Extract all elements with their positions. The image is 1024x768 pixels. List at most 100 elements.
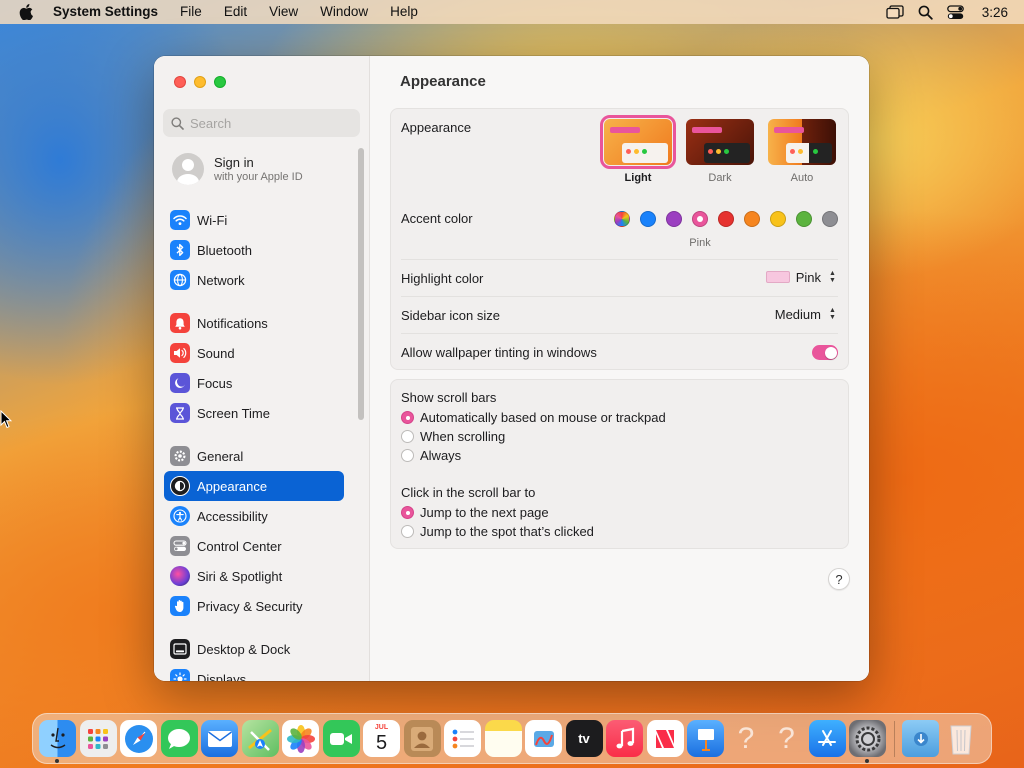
reminders-icon[interactable] (444, 720, 481, 757)
question-mark-icon: ? (778, 721, 795, 755)
menu-file[interactable]: File (169, 0, 213, 24)
mail-icon[interactable] (201, 720, 238, 757)
accent-orange-swatch[interactable] (744, 211, 760, 227)
maps-icon[interactable] (241, 720, 279, 757)
sidebar-item-bluetooth[interactable]: Bluetooth (164, 235, 344, 265)
scroll-bars-auto-radio[interactable]: Automatically based on mouse or trackpad (401, 410, 666, 425)
finder-icon[interactable] (39, 720, 76, 763)
wallpaper-tinting-label: Allow wallpaper tinting in windows (401, 345, 597, 360)
control-center-menu-icon[interactable] (946, 4, 964, 20)
news-icon[interactable] (646, 720, 684, 757)
zoom-button[interactable] (214, 76, 226, 88)
menu-clock[interactable]: 3:26 (982, 5, 1008, 20)
notes-icon[interactable] (484, 720, 522, 757)
sidebar-item-screen-time[interactable]: Screen Time (164, 398, 344, 428)
jump-to-spot-radio[interactable]: Jump to the spot that’s clicked (401, 524, 594, 539)
photos-icon[interactable] (282, 720, 319, 757)
music-icon[interactable] (606, 720, 643, 757)
search-input[interactable] (190, 115, 350, 131)
tv-icon[interactable]: tv (565, 720, 603, 757)
sidebar-item-displays[interactable]: Displays (164, 664, 344, 681)
menu-window[interactable]: Window (309, 0, 379, 24)
keynote-icon[interactable] (687, 720, 724, 757)
sidebar-item-general[interactable]: General (164, 441, 344, 471)
spotlight-search-icon[interactable] (918, 5, 933, 20)
dock-separator (893, 720, 895, 757)
sidebar-item-network[interactable]: Network (164, 265, 344, 295)
system-settings-icon[interactable] (849, 720, 886, 763)
freeform-icon[interactable] (525, 720, 562, 757)
facetime-icon[interactable] (322, 720, 360, 757)
sidebar-icon-size-popup[interactable]: Medium ▲ ▼ (775, 306, 838, 322)
theme-dark-label: Dark (708, 172, 732, 184)
sidebar-scrollbar[interactable] (358, 148, 364, 420)
sidebar-item-label: Accessibility (197, 508, 268, 524)
menu-app-name[interactable]: System Settings (42, 0, 169, 24)
sidebar-item-wifi[interactable]: Wi-Fi (164, 205, 344, 235)
theme-auto-option[interactable]: Auto (766, 119, 838, 184)
apple-menu[interactable] (10, 4, 42, 20)
sidebar-item-label: General (197, 448, 244, 464)
downloads-folder-icon[interactable] (902, 720, 939, 757)
highlight-color-popup[interactable]: Pink ▲ ▼ (765, 269, 838, 285)
sidebar-item-control-center[interactable]: Control Center (164, 531, 344, 561)
sidebar-item-label: Desktop & Dock (197, 641, 291, 657)
help-button[interactable]: ? (828, 568, 850, 590)
theme-dark-option[interactable]: Dark (684, 119, 756, 184)
menu-view[interactable]: View (258, 0, 309, 24)
calendar-icon[interactable]: JUL 5 (363, 720, 400, 757)
unknown-app-icon[interactable]: ? (728, 720, 765, 757)
app-store-icon[interactable] (808, 720, 846, 757)
accent-green-swatch[interactable] (796, 211, 812, 227)
sidebar-item-focus[interactable]: Focus (164, 368, 344, 398)
minimize-button[interactable] (194, 76, 206, 88)
theme-light-option[interactable]: Light (600, 115, 676, 184)
accent-blue-swatch[interactable] (640, 211, 656, 227)
jump-next-page-radio[interactable]: Jump to the next page (401, 505, 549, 520)
accent-pink-swatch[interactable] (692, 211, 708, 227)
scroll-bars-panel: Show scroll bars Automatically based on … (390, 379, 849, 549)
unknown-app-icon[interactable]: ? (768, 720, 805, 757)
person-icon (177, 159, 199, 185)
scroll-bars-when-scrolling-radio[interactable]: When scrolling (401, 429, 505, 444)
apple-icon (19, 4, 33, 20)
sidebar-item-accessibility[interactable]: Accessibility (164, 501, 344, 531)
sidebar-item-privacy-security[interactable]: Privacy & Security (164, 591, 344, 621)
sidebar: Sign in with your Apple ID Wi-Fi Bluetoo… (154, 56, 370, 681)
radio-label: When scrolling (420, 429, 506, 444)
accent-graphite-swatch[interactable] (822, 211, 838, 227)
appearance-panel: Appearance Light Dark Auto Accent color … (390, 108, 849, 370)
sidebar-item-label: Siri & Spotlight (197, 568, 283, 584)
radio-label: Jump to the spot that’s clicked (420, 524, 594, 539)
globe-icon (170, 270, 190, 290)
wallpaper-tinting-toggle[interactable] (812, 345, 838, 360)
sidebar-item-notifications[interactable]: Notifications (164, 308, 344, 338)
messages-icon[interactable] (160, 720, 198, 757)
menu-bar: System Settings File Edit View Window He… (0, 0, 1024, 24)
menu-edit[interactable]: Edit (213, 0, 258, 24)
search-field[interactable] (163, 109, 360, 137)
contacts-icon[interactable] (403, 720, 441, 757)
menu-help[interactable]: Help (379, 0, 429, 24)
sun-icon (170, 669, 190, 681)
accent-red-swatch[interactable] (718, 211, 734, 227)
divider (401, 296, 838, 297)
stage-manager-icon[interactable] (886, 5, 904, 19)
accent-yellow-swatch[interactable] (770, 211, 786, 227)
launchpad-icon[interactable] (79, 720, 117, 757)
speaker-icon (170, 343, 190, 363)
sidebar-item-sound[interactable]: Sound (164, 338, 344, 368)
accent-purple-swatch[interactable] (666, 211, 682, 227)
running-indicator (865, 759, 869, 763)
calendar-month: JUL (374, 723, 389, 731)
trash-icon[interactable] (943, 720, 980, 757)
sidebar-item-appearance[interactable]: Appearance (164, 471, 344, 501)
accent-multicolor-swatch[interactable] (614, 211, 630, 227)
safari-icon[interactable] (120, 720, 157, 757)
sidebar-item-siri-spotlight[interactable]: Siri & Spotlight (164, 561, 344, 591)
sidebar-item-apple-id[interactable]: Sign in with your Apple ID (172, 153, 303, 185)
sidebar-item-desktop-dock[interactable]: Desktop & Dock (164, 634, 344, 664)
highlight-color-value: Pink (795, 269, 821, 285)
close-button[interactable] (174, 76, 186, 88)
scroll-bars-always-radio[interactable]: Always (401, 448, 461, 463)
